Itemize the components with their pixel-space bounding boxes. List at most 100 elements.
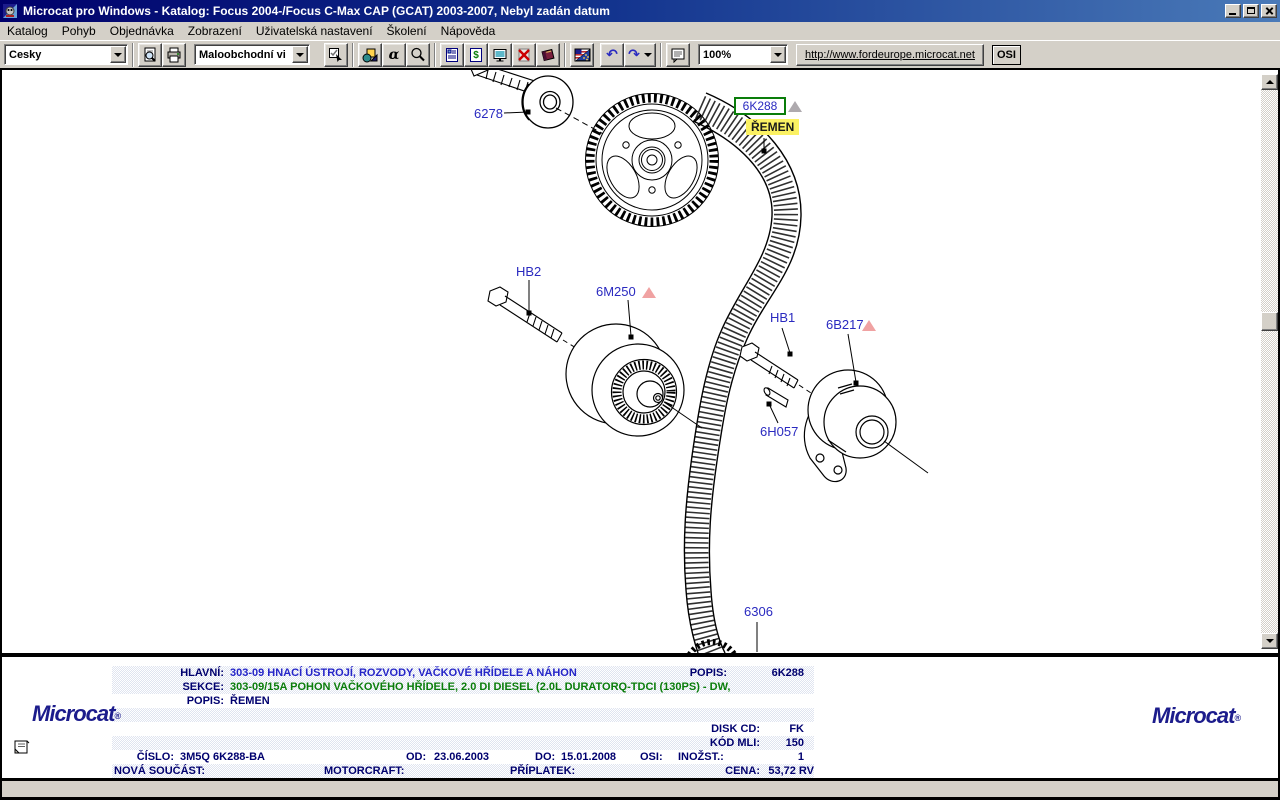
osi-button[interactable]: OSI <box>992 45 1021 65</box>
part-label-6b217[interactable]: 6B217 <box>826 317 864 332</box>
window-title: Microcat pro Windows - Katalog: Focus 20… <box>23 4 1223 18</box>
hlavni-value: 303-09 HNACÍ ÚSTROJÍ, ROZVODY, VAČKOVÉ H… <box>230 666 577 680</box>
status-bar <box>0 778 1280 800</box>
price-list-icon: $ <box>468 47 484 63</box>
minimize-button[interactable] <box>1225 4 1241 18</box>
book-icon <box>540 47 556 63</box>
mnozst-value: 1 <box>762 750 804 764</box>
cislo-value: 3M5Q 6K288-BA <box>180 750 265 764</box>
popis-value: ŘEMEN <box>230 694 270 708</box>
website-link-button[interactable]: http://www.fordeurope.microcat.net <box>796 44 984 66</box>
parts-list-button[interactable] <box>440 43 464 67</box>
row-bg <box>112 708 814 722</box>
chevron-down-icon[interactable] <box>644 53 652 57</box>
zoom-select-value: 100% <box>699 49 769 61</box>
parts-list-icon <box>444 47 460 63</box>
monitor-icon <box>492 47 508 63</box>
disk-cd-label: DISK CD: <box>602 722 760 736</box>
part-info-panel: HLAVNÍ: 303-09 HNACÍ ÚSTROJÍ, ROZVODY, V… <box>0 653 1280 778</box>
language-flag-button[interactable] <box>570 43 594 67</box>
chevron-down-icon[interactable] <box>770 46 786 63</box>
menu-uzivatelska-nastaveni[interactable]: Uživatelská nastavení <box>249 23 380 39</box>
sekce-label: SEKCE: <box>112 680 224 694</box>
chevron-down-icon[interactable] <box>110 46 126 63</box>
print-button[interactable] <box>162 43 186 67</box>
scroll-down-button[interactable] <box>1261 633 1278 649</box>
alpha-index-button[interactable]: α <box>382 43 406 67</box>
graphic-index-button[interactable] <box>358 43 382 67</box>
screen-view-button[interactable] <box>488 43 512 67</box>
delete-button[interactable] <box>512 43 536 67</box>
part-label-6h057[interactable]: 6H057 <box>760 424 798 439</box>
price-list-button[interactable]: $ <box>464 43 488 67</box>
maximize-icon <box>1247 7 1255 14</box>
menu-objednavka[interactable]: Objednávka <box>103 23 181 39</box>
title-bar[interactable]: Microcat pro Windows - Katalog: Focus 20… <box>0 0 1280 22</box>
zoom-select[interactable]: 100% <box>698 44 788 65</box>
toolbar-separator <box>660 43 662 67</box>
part-label-6306[interactable]: 6306 <box>744 604 773 619</box>
selected-part-callout[interactable]: 6K288 <box>734 97 786 115</box>
menu-pohyb[interactable]: Pohyb <box>55 23 103 39</box>
do-label: DO: <box>535 750 555 764</box>
redo-icon: ↷ <box>628 48 640 62</box>
history-book-button[interactable] <box>536 43 560 67</box>
svg-text:$: $ <box>473 50 479 61</box>
flag-icon <box>574 47 591 63</box>
select-cursor-icon <box>328 47 344 63</box>
language-select-value: Cesky <box>5 49 109 61</box>
do-value: 15.01.2008 <box>561 750 616 764</box>
delete-red-x-icon <box>516 47 532 63</box>
scroll-up-icon <box>1266 80 1274 84</box>
popis-part-label: POPIS: <box>632 666 727 680</box>
scroll-up-button[interactable] <box>1261 74 1278 90</box>
vertical-scrollbar[interactable] <box>1261 74 1278 649</box>
toolbar: Cesky Maloobchodní vi <box>0 40 1280 68</box>
menu-napoveda[interactable]: Nápověda <box>434 23 503 39</box>
disk-cd-value: FK <box>764 722 804 736</box>
notes-icon <box>670 47 686 63</box>
minimize-icon <box>1229 13 1236 15</box>
close-button[interactable] <box>1261 4 1277 18</box>
kod-mli-value: 150 <box>764 736 804 750</box>
print-preview-button[interactable] <box>138 43 162 67</box>
microcat-logo-right: Microcat® <box>1152 703 1241 729</box>
chevron-down-icon[interactable] <box>292 46 308 63</box>
select-mode-button[interactable] <box>324 43 348 67</box>
language-select[interactable]: Cesky <box>4 44 128 65</box>
notes-button[interactable] <box>666 43 690 67</box>
part-label-6m250[interactable]: 6M250 <box>596 284 636 299</box>
redo-button[interactable]: ↷ <box>624 43 656 67</box>
scroll-down-icon <box>1266 639 1274 643</box>
part-label-hb1[interactable]: HB1 <box>770 310 795 325</box>
page-note-icon[interactable] <box>12 737 32 757</box>
salmon-triangle-icon <box>862 320 876 331</box>
view-select[interactable]: Maloobchodní vi <box>194 44 310 65</box>
cislo-label: ČÍSLO: <box>112 750 174 764</box>
part-label-hb2[interactable]: HB2 <box>516 264 541 279</box>
app-icon <box>3 3 19 19</box>
od-label: OD: <box>406 750 426 764</box>
toolbar-separator <box>564 43 566 67</box>
maximize-button[interactable] <box>1243 4 1259 18</box>
menu-katalog[interactable]: Katalog <box>0 23 55 39</box>
timing-belt-drawing <box>2 70 1261 653</box>
undo-button[interactable]: ↶ <box>600 43 624 67</box>
alpha-index-icon: α <box>389 48 400 62</box>
scrollbar-thumb[interactable] <box>1261 312 1278 331</box>
cena-value: 53,72 RV <box>744 764 814 778</box>
hlavni-label: HLAVNÍ: <box>112 666 224 680</box>
toolbar-separator <box>132 43 134 67</box>
motorcraft-label: MOTORCRAFT: <box>324 764 404 778</box>
toolbar-separator <box>352 43 354 67</box>
microcat-logo-left: Microcat® <box>32 701 121 727</box>
menu-skoleni[interactable]: Školení <box>380 23 434 39</box>
menu-zobrazeni[interactable]: Zobrazení <box>181 23 249 39</box>
toolbar-separator <box>434 43 436 67</box>
magnifier-icon <box>410 47 426 63</box>
diagram-area[interactable]: 6278 HB2 6M250 HB1 6B217 6H057 6306 6K28… <box>0 68 1280 653</box>
mnozst-label: INOŽST.: <box>678 750 724 764</box>
part-label-6278[interactable]: 6278 <box>474 106 503 121</box>
nova-soucast-label: NOVÁ SOUČÁST: <box>114 764 205 778</box>
zoom-tool-button[interactable] <box>406 43 430 67</box>
